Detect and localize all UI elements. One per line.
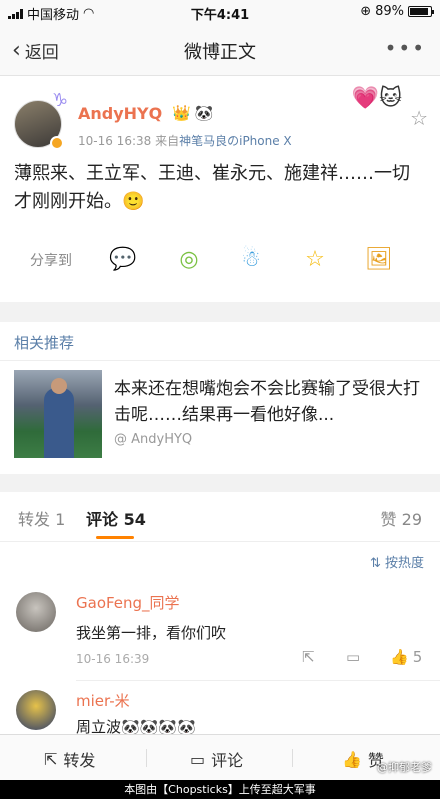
- sort-by-hot-button[interactable]: ⇅ 按热度: [370, 552, 424, 571]
- repost-icon: ⇱: [44, 749, 58, 769]
- divider: [0, 360, 440, 361]
- footer-text: 本图由【Chopsticks】上传至超大军事: [124, 783, 316, 796]
- repost-button[interactable]: ⇱ 转发: [44, 747, 95, 771]
- comment-label: 评论: [211, 751, 244, 770]
- comment-author[interactable]: mier-米: [76, 690, 130, 711]
- status-bar: 中国移动 ◠ 下午4:41 ⊕ 89%: [0, 0, 440, 24]
- post-text: 薄熙来、王立军、王迪、崔永元、施建祥……一切才刚刚开始。🙂: [14, 163, 410, 212]
- footer-banner: 本图由【Chopsticks】上传至超大军事 @抑郁老爹: [0, 761, 440, 799]
- repost-label: 转发: [63, 751, 96, 770]
- user-badges: 👑 🐼: [172, 104, 213, 122]
- thumbnail-figure: [44, 388, 74, 458]
- battery-icon: [408, 6, 434, 17]
- related-author: @ AndyHYQ: [114, 432, 193, 447]
- thumbs-up-icon: 👍: [390, 648, 409, 666]
- share-label: 分享到: [30, 253, 72, 269]
- hearts-cat-icon: 💗🐱: [351, 86, 402, 111]
- qq-icon[interactable]: ☃: [236, 244, 266, 274]
- post-source[interactable]: 神笔马良のiPhone X: [179, 134, 292, 148]
- verified-badge-icon: [50, 136, 64, 150]
- more-button[interactable]: •••: [385, 36, 426, 60]
- comment-text: 周立波🐼🐼🐼🐼: [76, 718, 196, 734]
- tab-comment[interactable]: 评论 54: [86, 506, 146, 530]
- tab-repost[interactable]: 转发 1: [18, 506, 65, 530]
- nav-bar: ‹ 返回 微博正文 •••: [0, 24, 440, 76]
- save-image-icon[interactable]: 🖼: [364, 244, 394, 274]
- related-section: 相关推荐 本来还在想嘴炮会不会比赛输了受很大打击呢……结果再一看他好像... @…: [0, 322, 440, 474]
- comment-icon: ▭: [190, 749, 206, 769]
- comment-button[interactable]: ▭ 评论: [190, 747, 243, 771]
- related-title: 相关推荐: [14, 334, 75, 352]
- thumbnail-head: [51, 378, 67, 394]
- watermark: @抑郁老爹: [377, 761, 432, 774]
- vip-crown-icon: 👑: [172, 104, 191, 122]
- divider: [292, 749, 293, 767]
- thumbs-up-icon: 👍: [342, 749, 362, 769]
- reply-icon[interactable]: ▭: [346, 648, 360, 666]
- panda-icon: 🐼: [194, 104, 214, 122]
- related-text[interactable]: 本来还在想嘴炮会不会比赛输了受很大打击呢……结果再一看他好像...: [114, 376, 424, 428]
- avatar[interactable]: [16, 592, 56, 632]
- repost-comment-icon[interactable]: ⇱: [302, 648, 315, 666]
- comment-like-count: 5: [412, 648, 423, 666]
- comment-tabs: 转发 1 评论 54 赞 29: [0, 492, 440, 542]
- bottom-action-bar: ⇱ 转发 ▭ 评论 👍 赞: [0, 734, 440, 780]
- share-row: 分享到 💬 ◎ ☃ ☆ 🖼: [0, 240, 440, 280]
- orientation-lock-icon: ⊕: [360, 4, 372, 19]
- page-title: 微博正文: [184, 42, 256, 63]
- comment-list: ⇅ 按热度 GaoFeng_同学 我坐第一排，看你们吹 10-16 16:39 …: [0, 542, 440, 734]
- favorite-star-icon[interactable]: ☆: [410, 106, 428, 130]
- moments-icon[interactable]: ◎: [174, 244, 204, 274]
- comment-time: 10-16 16:39: [76, 652, 150, 666]
- post-card: ♑ AndyHYQ 👑 🐼 10-16 16:38 来自神笔马良のiPhone …: [0, 76, 440, 302]
- qzone-icon[interactable]: ☆: [300, 244, 330, 274]
- comment-author[interactable]: GaoFeng_同学: [76, 592, 180, 613]
- tab-like[interactable]: 赞 29: [381, 506, 422, 530]
- avatar[interactable]: [16, 690, 56, 730]
- divider: [76, 680, 440, 681]
- battery-percent: 89%: [375, 4, 404, 19]
- post-meta: 10-16 16:38 来自神笔马良のiPhone X: [78, 132, 292, 149]
- source-prefix: 来自: [155, 134, 180, 148]
- related-thumbnail[interactable]: [14, 370, 102, 458]
- zodiac-icon: ♑: [52, 90, 69, 111]
- comment-like-button[interactable]: 👍 5: [390, 648, 422, 666]
- comment-text: 我坐第一排，看你们吹: [76, 624, 227, 642]
- post-username[interactable]: AndyHYQ: [78, 104, 162, 123]
- divider: [146, 749, 147, 767]
- active-tab-indicator: [96, 536, 134, 539]
- status-right: ⊕ 89%: [360, 4, 434, 19]
- post-time: 10-16 16:38: [78, 134, 152, 148]
- wechat-icon[interactable]: 💬: [108, 244, 138, 274]
